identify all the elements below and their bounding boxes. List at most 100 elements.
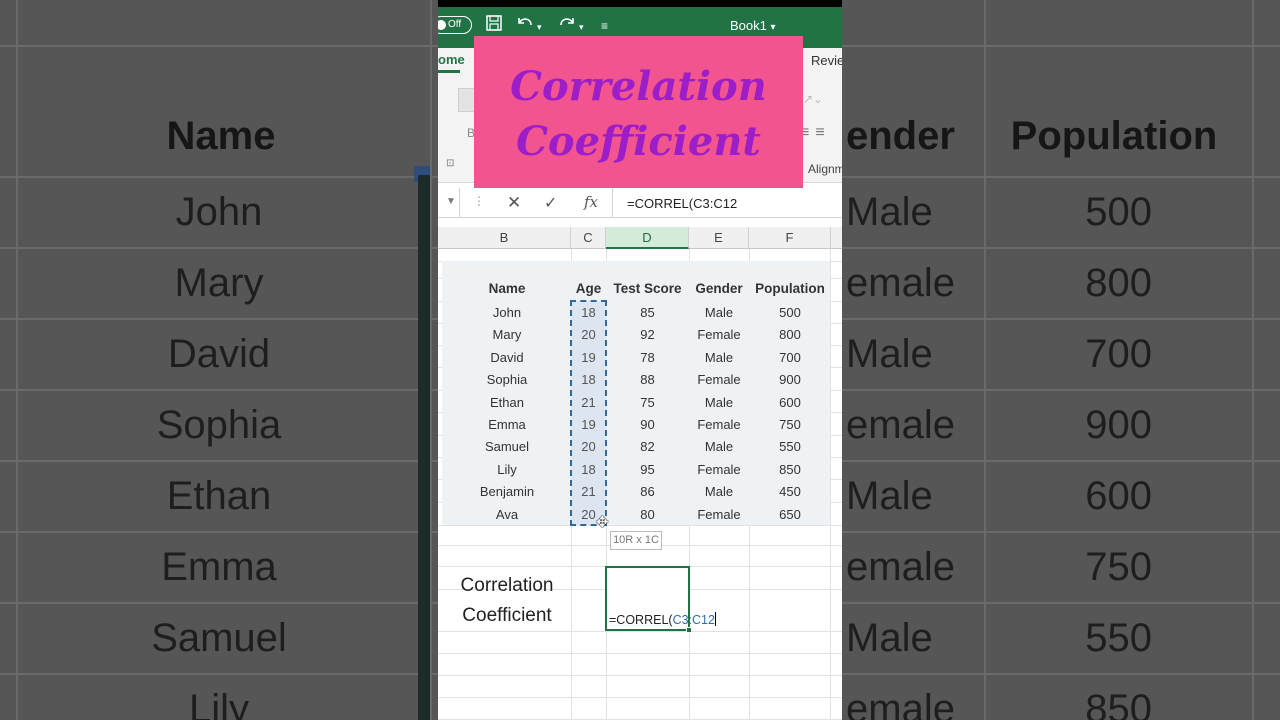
background-row-line: [0, 531, 438, 533]
cell-test-score[interactable]: 82: [606, 436, 689, 458]
cell-population[interactable]: 700: [749, 347, 831, 369]
chevron-down-icon[interactable]: ▾: [537, 17, 542, 37]
cell-name[interactable]: Samuel: [443, 436, 571, 458]
background-gender: emale: [846, 403, 955, 447]
header-gender[interactable]: Gender: [689, 278, 749, 300]
background-name: Ethan: [166, 474, 272, 518]
copy-marquee: [570, 300, 607, 526]
cell-test-score[interactable]: 86: [606, 481, 689, 503]
background-row-line: [0, 318, 438, 320]
background-row-line: [842, 45, 1280, 47]
background-gender: Male: [846, 616, 933, 660]
background-population: 500: [1085, 190, 1152, 234]
cell-gender[interactable]: Female: [689, 369, 749, 391]
cell-name[interactable]: Benjamin: [443, 481, 571, 503]
cell-test-score[interactable]: 90: [606, 414, 689, 436]
header-test-score[interactable]: Test Score: [606, 278, 689, 300]
cell-test-score[interactable]: 75: [606, 392, 689, 414]
cell-name[interactable]: David: [443, 347, 571, 369]
cell-name[interactable]: Lily: [443, 459, 571, 481]
header-population[interactable]: Population: [749, 278, 831, 300]
header-age[interactable]: Age: [571, 278, 606, 300]
cell-population[interactable]: 900: [749, 369, 831, 391]
cell-gender[interactable]: Male: [689, 436, 749, 458]
undo-icon[interactable]: [515, 14, 535, 38]
background-row-line: [842, 176, 1280, 178]
column-header-b[interactable]: B: [438, 227, 571, 249]
worksheet-grid[interactable]: Name Age Test Score Gender Population John 18 8…: [438, 249, 842, 720]
cell-name[interactable]: Ava: [443, 504, 571, 526]
cell-gender[interactable]: Female: [689, 414, 749, 436]
background-column-line: [1252, 0, 1254, 720]
cell-test-score[interactable]: 95: [606, 459, 689, 481]
cell-test-score[interactable]: 92: [606, 324, 689, 346]
header-name[interactable]: Name: [443, 278, 571, 300]
enter-button[interactable]: ✓: [544, 193, 557, 213]
background-left-panel: NameenderPopulationJohnMale500Maryemale8…: [0, 0, 438, 720]
banner-line-1: Correlation: [510, 63, 767, 110]
background-column-line: [430, 0, 432, 720]
toggle-icon: [438, 20, 446, 30]
insert-function-button[interactable]: fx: [584, 193, 598, 211]
more-icon: ⋮: [473, 194, 485, 208]
background-gender: emale: [846, 687, 955, 720]
cell-gender[interactable]: Male: [689, 392, 749, 414]
background-gender: Male: [846, 332, 933, 376]
formula-bar: ▼ ⋮ ✕ ✓ fx =CORREL(C3:C12: [438, 188, 842, 218]
tab-review[interactable]: Revie: [811, 53, 842, 68]
grid-row-line: [438, 675, 842, 676]
column-header-e[interactable]: E: [689, 227, 749, 249]
background-row-line: [842, 602, 1280, 604]
cell-population[interactable]: 600: [749, 392, 831, 414]
autosave-toggle[interactable]: Off: [438, 16, 472, 34]
cell-gender[interactable]: Female: [689, 459, 749, 481]
cell-gender[interactable]: Male: [689, 302, 749, 324]
save-icon[interactable]: [485, 14, 503, 38]
cell-population[interactable]: 500: [749, 302, 831, 324]
cell-population[interactable]: 550: [749, 436, 831, 458]
cell-name[interactable]: Emma: [443, 414, 571, 436]
cell-population[interactable]: 750: [749, 414, 831, 436]
background-population: 800: [1085, 261, 1152, 305]
cell-name[interactable]: John: [443, 302, 571, 324]
indent-icon[interactable]: ≡≡: [800, 124, 831, 142]
cell-population[interactable]: 850: [749, 459, 831, 481]
cell-name[interactable]: Mary: [443, 324, 571, 346]
cell-gender[interactable]: Female: [689, 324, 749, 346]
grid-row-line: [438, 653, 842, 654]
cell-population[interactable]: 650: [749, 504, 831, 526]
orientation-icon[interactable]: ↗⌄: [803, 92, 823, 106]
alignment-group-label: Alignm: [808, 162, 842, 176]
customize-icon[interactable]: ≡: [601, 16, 608, 36]
column-header-d[interactable]: D: [606, 227, 689, 249]
cell-test-score[interactable]: 88: [606, 369, 689, 391]
tab-home[interactable]: ome: [438, 52, 465, 67]
background-gender: Male: [846, 190, 933, 234]
cell-name[interactable]: Sophia: [443, 369, 571, 391]
formula-input[interactable]: =CORREL(C3:C12: [627, 196, 737, 211]
cell-test-score[interactable]: 78: [606, 347, 689, 369]
background-row-line: [0, 247, 438, 249]
cell-gender[interactable]: Female: [689, 504, 749, 526]
cell-test-score[interactable]: 85: [606, 302, 689, 324]
workbook-title[interactable]: Book1 ▾: [730, 18, 776, 33]
cancel-button[interactable]: ✕: [507, 193, 521, 213]
cell-gender[interactable]: Male: [689, 347, 749, 369]
background-column-line: [16, 0, 18, 720]
cell-gender[interactable]: Male: [689, 481, 749, 503]
cell-test-score[interactable]: 80: [606, 504, 689, 526]
active-cell[interactable]: =CORREL(C3:C12: [605, 566, 716, 633]
cell-name[interactable]: Ethan: [443, 392, 571, 414]
name-box[interactable]: ▼: [438, 188, 460, 218]
column-header-f[interactable]: F: [749, 227, 831, 249]
column-header-c[interactable]: C: [571, 227, 606, 249]
cell-population[interactable]: 800: [749, 324, 831, 346]
background-name: Samuel: [151, 616, 287, 660]
redo-icon[interactable]: [557, 14, 577, 38]
dialog-launcher-icon[interactable]: ⊡: [446, 158, 454, 169]
cell-population[interactable]: 450: [749, 481, 831, 503]
background-name: Sophia: [156, 403, 282, 447]
chevron-down-icon[interactable]: ▾: [579, 17, 584, 37]
fill-handle[interactable]: [686, 627, 692, 633]
cell-formula[interactable]: =CORREL(C3:C12: [609, 612, 716, 627]
